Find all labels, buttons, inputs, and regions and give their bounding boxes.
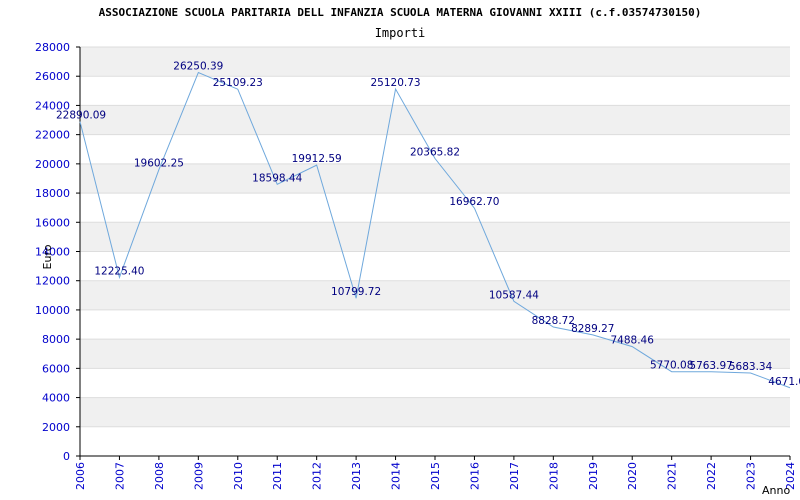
y-tick-label: 4000 — [42, 392, 70, 405]
grid-band — [80, 397, 790, 427]
x-tick-label: 2007 — [113, 462, 126, 490]
x-tick-label: 2017 — [508, 462, 521, 490]
x-tick-label: 2016 — [468, 462, 481, 490]
data-label: 7488.46 — [611, 335, 655, 347]
x-tick-label: 2010 — [232, 462, 245, 490]
x-tick-label: 2006 — [74, 462, 87, 490]
x-ticks: 2006 2007 2008 2009 2010 2011 2012 2013 2014 2015… — [74, 456, 797, 490]
data-label: 25109.23 — [213, 77, 263, 89]
x-tick-label: 2015 — [429, 462, 442, 490]
data-label: 26250.39 — [173, 61, 223, 73]
x-tick-label: 2008 — [153, 462, 166, 490]
x-tick-label: 2009 — [192, 462, 205, 490]
y-tick-label: 26000 — [35, 70, 70, 83]
y-tick-label: 18000 — [35, 187, 70, 200]
data-label: 10587.44 — [489, 289, 539, 301]
y-tick-label: 10000 — [35, 304, 70, 317]
x-tick-label: 2021 — [666, 462, 679, 490]
chart-title: ASSOCIAZIONE SCUOLA PARITARIA DELL INFAN… — [99, 6, 702, 19]
data-label: 5770.08 — [650, 360, 693, 372]
x-tick-label: 2022 — [705, 462, 718, 490]
data-label: 10799.72 — [331, 286, 381, 298]
y-tick-label: 20000 — [35, 158, 70, 171]
grid-band — [80, 163, 790, 194]
y-axis-title: Euro — [41, 244, 54, 269]
y-tick-label: 22000 — [35, 129, 70, 142]
y-tick-label: 12000 — [35, 275, 70, 288]
grid-band — [80, 280, 790, 310]
y-tick-label: 6000 — [42, 362, 70, 375]
data-label: 22890.09 — [56, 110, 106, 122]
data-label: 4671.03 — [768, 376, 800, 388]
data-label: 19912.59 — [292, 153, 342, 165]
grid-band — [80, 222, 790, 252]
y-tick-label: 2000 — [42, 421, 70, 434]
y-tick-label: 16000 — [35, 216, 70, 229]
x-tick-label: 2023 — [745, 462, 758, 490]
y-tick-label: 0 — [63, 450, 70, 463]
data-label: 19602.25 — [134, 158, 184, 170]
y-tick-label: 8000 — [42, 333, 70, 346]
line-chart: 0200040006000800010000120001400016000180… — [35, 6, 800, 497]
data-label: 20365.82 — [410, 147, 460, 159]
x-tick-label: 2020 — [626, 462, 639, 490]
grid-band — [80, 105, 790, 135]
data-label: 8289.27 — [571, 323, 614, 335]
x-tick-label: 2014 — [390, 462, 403, 490]
x-tick-label: 2012 — [311, 462, 324, 490]
data-label: 8828.72 — [532, 315, 575, 327]
x-tick-label: 2019 — [587, 462, 600, 490]
data-label: 12225.40 — [94, 265, 144, 277]
data-label: 5763.97 — [689, 360, 732, 372]
data-label: 16962.70 — [449, 196, 499, 208]
y-tick-label: 28000 — [35, 41, 70, 54]
x-tick-label: 2018 — [547, 462, 560, 490]
x-axis-title: Anno — [762, 484, 790, 497]
data-label: 5683.34 — [729, 361, 773, 373]
data-label: 18598.44 — [252, 172, 302, 184]
x-tick-label: 2013 — [350, 462, 363, 490]
x-tick-label: 2011 — [271, 462, 284, 490]
data-label: 25120.73 — [371, 77, 421, 89]
chart-subtitle: Importi — [375, 26, 426, 40]
